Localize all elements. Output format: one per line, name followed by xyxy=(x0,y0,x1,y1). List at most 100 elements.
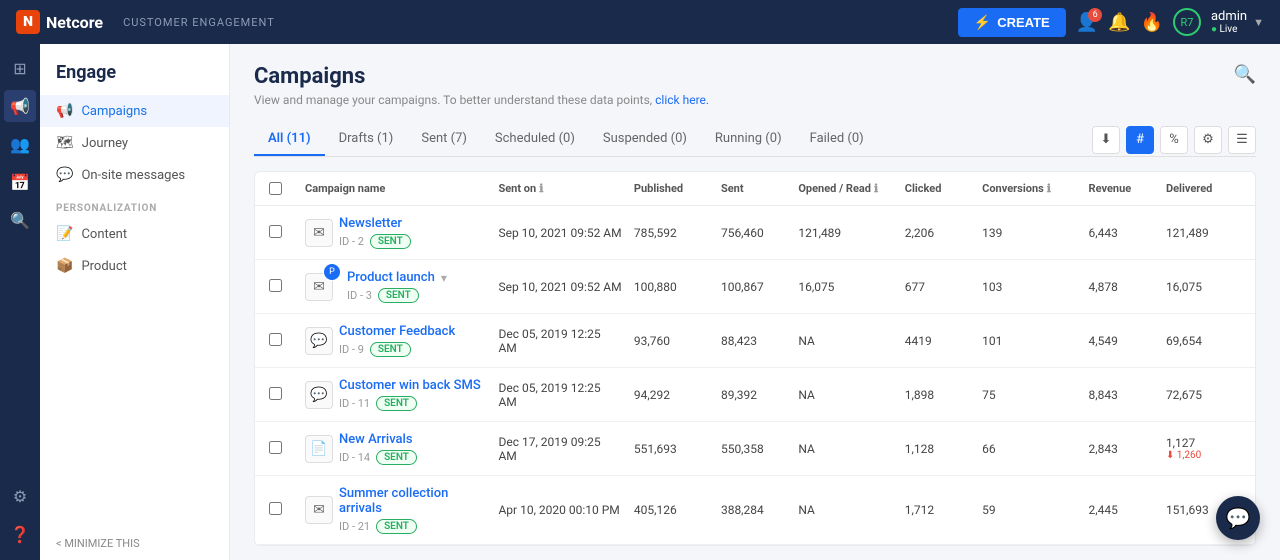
row-checkbox-1[interactable] xyxy=(269,225,282,238)
td-delivered-4: 72,675 xyxy=(1160,378,1247,412)
campaign-icon-cell-4: 💬 Customer win back SMS ID - 11 SENT xyxy=(305,378,486,411)
settings-cols-button[interactable]: ⚙ xyxy=(1194,126,1222,154)
logo-icon: N xyxy=(16,10,40,34)
campaign-name-2[interactable]: Product launch xyxy=(347,270,435,285)
subtitle-link[interactable]: click here. xyxy=(655,93,709,107)
sidebar-item-onsite[interactable]: 💬 On-site messages xyxy=(40,159,229,191)
row-checkbox-3[interactable] xyxy=(269,333,282,346)
notification-badge: 6 xyxy=(1088,8,1102,22)
td-published-4: 94,292 xyxy=(628,378,715,412)
row-checkbox-4[interactable] xyxy=(269,387,282,400)
search-icon-header[interactable]: 🔍 xyxy=(1234,64,1256,85)
select-all-checkbox[interactable] xyxy=(269,182,282,195)
chart-icon[interactable]: R7 xyxy=(1173,8,1201,36)
td-opened-3: NA xyxy=(792,324,898,358)
table-row: ✉ P Product launch ▾ ID - 3 SENT xyxy=(255,260,1255,314)
campaign-icon-cell-2: ✉ P Product launch ▾ ID - 3 SENT xyxy=(305,270,486,303)
table-header: Campaign name Sent on ℹ Published Sent O… xyxy=(255,172,1255,206)
page-header-row: Campaigns View and manage your campaigns… xyxy=(254,64,1256,123)
fire-icon[interactable]: 🔥 xyxy=(1141,12,1163,33)
tab-drafts[interactable]: Drafts (1) xyxy=(325,123,408,156)
status-badge-2: SENT xyxy=(378,288,419,303)
percent-button[interactable]: % xyxy=(1160,126,1188,154)
icon-bar-calendar[interactable]: 📅 xyxy=(4,166,36,198)
td-sent-on-5: Dec 17, 2019 09:25 AM xyxy=(492,425,627,473)
create-button[interactable]: ⚡ CREATE xyxy=(958,8,1066,37)
td-sent-5: 550,358 xyxy=(715,432,792,466)
tab-running[interactable]: Running (0) xyxy=(701,123,796,156)
icon-wrapper-2: ✉ P xyxy=(305,273,341,301)
campaign-name-5[interactable]: New Arrivals xyxy=(339,432,417,447)
td-clicked-6: 1,712 xyxy=(899,493,976,527)
campaign-name-1[interactable]: Newsletter xyxy=(339,216,411,231)
sidebar-item-campaigns[interactable]: 📢 Campaigns xyxy=(40,95,229,127)
campaign-name-cell-6: Summer collection arrivals ID - 21 SENT xyxy=(339,486,486,534)
td-published-3: 93,760 xyxy=(628,324,715,358)
hash-button[interactable]: # xyxy=(1126,126,1154,154)
download-button[interactable]: ⬇ xyxy=(1092,126,1120,154)
admin-section[interactable]: admin ● Live ▼ xyxy=(1211,9,1264,35)
icon-bar-settings[interactable]: ⚙ xyxy=(4,480,36,512)
campaign-name-6[interactable]: Summer collection arrivals xyxy=(339,486,486,516)
td-conversions-1: 139 xyxy=(976,216,1082,250)
delivered-cell-5: 1,127 ⬇ 1,260 xyxy=(1166,436,1241,461)
campaign-meta-6: ID - 21 SENT xyxy=(339,519,486,534)
admin-dropdown-icon[interactable]: ▼ xyxy=(1253,16,1264,29)
tab-scheduled[interactable]: Scheduled (0) xyxy=(481,123,589,156)
tab-failed[interactable]: Failed (0) xyxy=(796,123,878,156)
sidebar-item-journey[interactable]: 🗺 Journey xyxy=(40,127,229,159)
app-header: N Netcore CUSTOMER ENGAGEMENT ⚡ CREATE 👤… xyxy=(0,0,1280,44)
tab-suspended[interactable]: Suspended (0) xyxy=(589,123,701,156)
tab-sent[interactable]: Sent (7) xyxy=(407,123,481,156)
info-icon-conversions: ℹ xyxy=(1047,182,1051,195)
td-conversions-5: 66 xyxy=(976,432,1082,466)
personalization-section-label: PERSONALIZATION xyxy=(40,191,229,218)
logo: N Netcore xyxy=(16,10,103,34)
sms-type-icon-3: 💬 xyxy=(305,327,333,355)
icon-bar-help[interactable]: ❓ xyxy=(4,518,36,550)
sidebar-onsite-label: On-site messages xyxy=(81,168,185,183)
campaigns-table: Campaign name Sent on ℹ Published Sent O… xyxy=(254,171,1256,546)
row-checkbox-5[interactable] xyxy=(269,441,282,454)
th-checkbox xyxy=(263,172,299,205)
icon-bar-analytics[interactable]: 🔍 xyxy=(4,204,36,236)
td-name-3: 💬 Customer Feedback ID - 9 SENT xyxy=(299,314,492,367)
th-sent: Sent xyxy=(715,172,792,205)
td-name-4: 💬 Customer win back SMS ID - 11 SENT xyxy=(299,368,492,421)
users-icon-header[interactable]: 👤 6 xyxy=(1076,12,1098,33)
bell-icon[interactable]: 🔔 xyxy=(1108,12,1130,33)
td-opened-6: NA xyxy=(792,493,898,527)
td-revenue-5: 2,843 xyxy=(1083,432,1160,466)
td-conversions-6: 59 xyxy=(976,493,1082,527)
icon-bar-users[interactable]: 👥 xyxy=(4,128,36,160)
row-checkbox-2[interactable] xyxy=(269,279,282,292)
td-sent-on-3: Dec 05, 2019 12:25 AM xyxy=(492,317,627,365)
sidebar-item-product[interactable]: 📦 Product xyxy=(40,250,229,282)
td-sent-2: 100,867 xyxy=(715,270,792,304)
page-subtitle: View and manage your campaigns. To bette… xyxy=(254,93,709,107)
td-sent-on-6: Apr 10, 2020 00:10 PM xyxy=(492,493,627,527)
campaign-name-cell-5: New Arrivals ID - 14 SENT xyxy=(339,432,417,465)
campaign-meta-5: ID - 14 SENT xyxy=(339,450,417,465)
td-checkbox-4 xyxy=(263,377,299,413)
campaign-name-3[interactable]: Customer Feedback xyxy=(339,324,455,339)
tab-all[interactable]: All (11) xyxy=(254,123,325,156)
minimize-button[interactable]: < MINIMIZE THIS xyxy=(40,527,229,560)
td-sent-on-2: Sep 10, 2021 09:52 AM xyxy=(492,270,627,304)
td-delivered-1: 121,489 xyxy=(1160,216,1247,250)
row-checkbox-6[interactable] xyxy=(269,502,282,515)
campaign-name-4[interactable]: Customer win back SMS xyxy=(339,378,481,393)
expand-icon-2[interactable]: ▾ xyxy=(441,271,447,285)
td-opened-2: 16,075 xyxy=(792,270,898,304)
sidebar-item-content[interactable]: 📝 Content xyxy=(40,218,229,250)
chat-bubble[interactable]: 💬 xyxy=(1216,496,1260,540)
filter-button[interactable]: ☰ xyxy=(1228,126,1256,154)
td-checkbox-1 xyxy=(263,215,299,251)
td-published-5: 551,693 xyxy=(628,432,715,466)
td-clicked-3: 4419 xyxy=(899,324,976,358)
icon-bar-dashboard[interactable]: ⊞ xyxy=(4,52,36,84)
campaign-id-1: ID - 2 xyxy=(339,235,364,248)
icon-bar-engage[interactable]: 📢 xyxy=(4,90,36,122)
td-conversions-3: 101 xyxy=(976,324,1082,358)
sidebar: Engage 📢 Campaigns 🗺 Journey 💬 On-site m… xyxy=(40,44,230,560)
